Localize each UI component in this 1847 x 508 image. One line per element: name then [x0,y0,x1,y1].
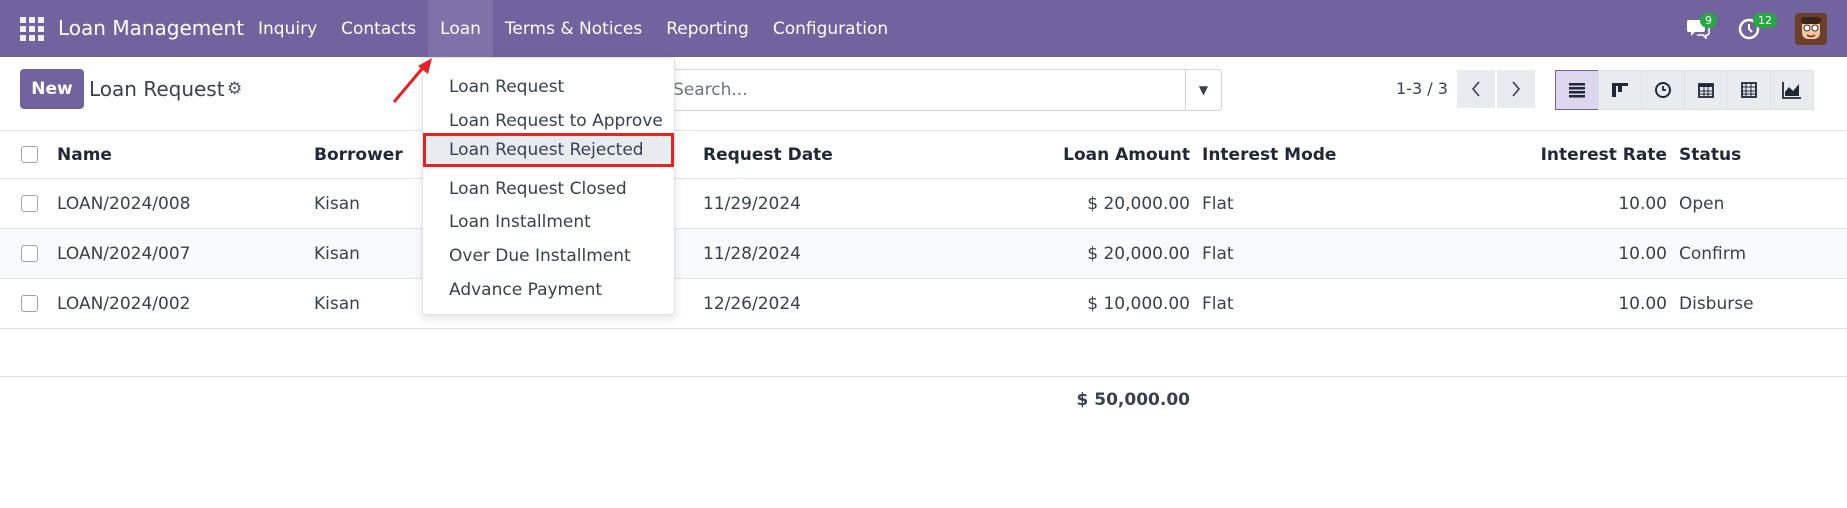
top-navbar: Loan Management Inquiry Contacts Loan Te… [0,0,1847,57]
cell-request-date: 11/28/2024 [703,244,801,264]
cell-request-date: 11/29/2024 [703,194,801,214]
cell-borrower: Kisan [314,244,360,264]
cell-borrower: Kisan [314,194,360,214]
search-input[interactable]: Search... [673,80,748,100]
loan-menu-dropdown: Loan Request Loan Request to Approve Loa… [422,57,675,315]
activities-badge: 12 [1753,13,1777,28]
view-switcher [1555,70,1814,110]
list-view-icon [1569,83,1585,98]
dropdown-item-loan-installment[interactable]: Loan Installment [423,205,674,239]
table-row[interactable]: LOAN/2024/008 Kisan 11/29/2024 $ 20,000.… [0,179,1847,229]
menu-item-terms-notices[interactable]: Terms & Notices [493,0,654,57]
row-checkbox[interactable] [21,195,38,212]
column-header-name[interactable]: Name [57,145,112,165]
caret-down-icon: ▼ [1198,83,1209,97]
column-header-interest-mode[interactable]: Interest Mode [1202,145,1336,165]
column-header-status[interactable]: Status [1679,145,1741,165]
page-title[interactable]: Loan Request [89,77,225,101]
column-header-loan-amount[interactable]: Loan Amount [1000,145,1190,165]
cell-loan-amount: $ 20,000.00 [1087,244,1190,264]
cell-interest-mode: Flat [1202,244,1234,264]
cell-status: Disburse [1679,294,1754,314]
pivot-view-icon [1741,82,1757,98]
gear-icon[interactable]: ⚙ [227,79,242,99]
calendar-view-icon [1698,83,1714,98]
cell-borrower: Kisan [314,294,360,314]
activity-view-icon [1655,82,1671,98]
menu-item-contacts[interactable]: Contacts [329,0,428,57]
cell-interest-rate: 10.00 [1618,294,1667,314]
annotation-arrow-icon [392,58,432,103]
cell-interest-rate: 10.00 [1618,244,1667,264]
table-footer: $ 50,000.00 [0,377,1847,425]
dropdown-item-loan-request-closed[interactable]: Loan Request Closed [423,172,674,206]
menu-item-configuration[interactable]: Configuration [761,0,900,57]
select-all-checkbox[interactable] [21,146,38,163]
cell-name: LOAN/2024/008 [57,194,191,214]
control-panel: New Loan Request ⚙ Search... ▼ 1-3 / 3 [0,57,1847,131]
cell-loan-amount: $ 10,000.00 [1087,294,1190,314]
column-header-borrower[interactable]: Borrower [314,145,403,165]
user-avatar[interactable] [1795,13,1827,45]
pager-next-button[interactable] [1497,70,1535,108]
pager-previous-button[interactable] [1457,70,1495,108]
chevron-left-icon [1471,81,1480,97]
app-brand[interactable]: Loan Management [58,16,244,40]
kanban-view-icon [1612,83,1628,97]
cell-request-date: 12/26/2024 [703,294,801,314]
pivot-view-button[interactable] [1727,70,1771,110]
messages-badge: 9 [1700,13,1717,28]
apps-grid-icon[interactable] [20,17,44,41]
table-row[interactable]: LOAN/2024/002 Kisan 12/26/2024 $ 10,000.… [0,279,1847,329]
column-header-request-date[interactable]: Request Date [703,145,833,165]
kanban-view-button[interactable] [1598,70,1642,110]
main-menu: Inquiry Contacts Loan Terms & Notices Re… [246,0,900,57]
dropdown-item-over-due-installment[interactable]: Over Due Installment [423,239,674,273]
menu-item-loan[interactable]: Loan [428,0,493,57]
menu-item-reporting[interactable]: Reporting [654,0,761,57]
cell-status: Confirm [1679,244,1747,264]
activity-view-button[interactable] [1641,70,1685,110]
cell-name: LOAN/2024/002 [57,294,191,314]
list-view-button[interactable] [1555,70,1599,110]
menu-item-inquiry[interactable]: Inquiry [246,0,329,57]
cell-loan-amount: $ 20,000.00 [1087,194,1190,214]
row-checkbox[interactable] [21,295,38,312]
row-checkbox[interactable] [21,245,38,262]
calendar-view-button[interactable] [1684,70,1728,110]
empty-table-row [0,329,1847,377]
dropdown-item-loan-request-rejected[interactable]: Loan Request Rejected [423,133,674,167]
graph-view-button[interactable] [1770,70,1814,110]
loan-request-list: Name Borrower Request Date Loan Amount I… [0,131,1847,425]
cell-status: Open [1679,194,1725,214]
dropdown-item-advance-payment[interactable]: Advance Payment [423,273,674,307]
dropdown-item-loan-request[interactable]: Loan Request [423,70,674,104]
cell-interest-rate: 10.00 [1618,194,1667,214]
cell-name: LOAN/2024/007 [57,244,191,264]
loan-amount-total: $ 50,000.00 [1076,390,1190,410]
new-button[interactable]: New [20,69,84,109]
cell-interest-mode: Flat [1202,194,1234,214]
chevron-right-icon [1512,81,1521,97]
cell-interest-mode: Flat [1202,294,1234,314]
table-row[interactable]: LOAN/2024/007 Kisan 11/28/2024 $ 20,000.… [0,229,1847,279]
search-options-toggle[interactable]: ▼ [1185,70,1221,110]
table-header: Name Borrower Request Date Loan Amount I… [0,131,1847,179]
graph-view-icon [1782,82,1801,99]
column-header-interest-rate[interactable]: Interest Rate [1467,145,1667,165]
pager-value[interactable]: 1-3 / 3 [1396,79,1448,98]
search-box[interactable]: Search... ▼ [650,69,1222,111]
